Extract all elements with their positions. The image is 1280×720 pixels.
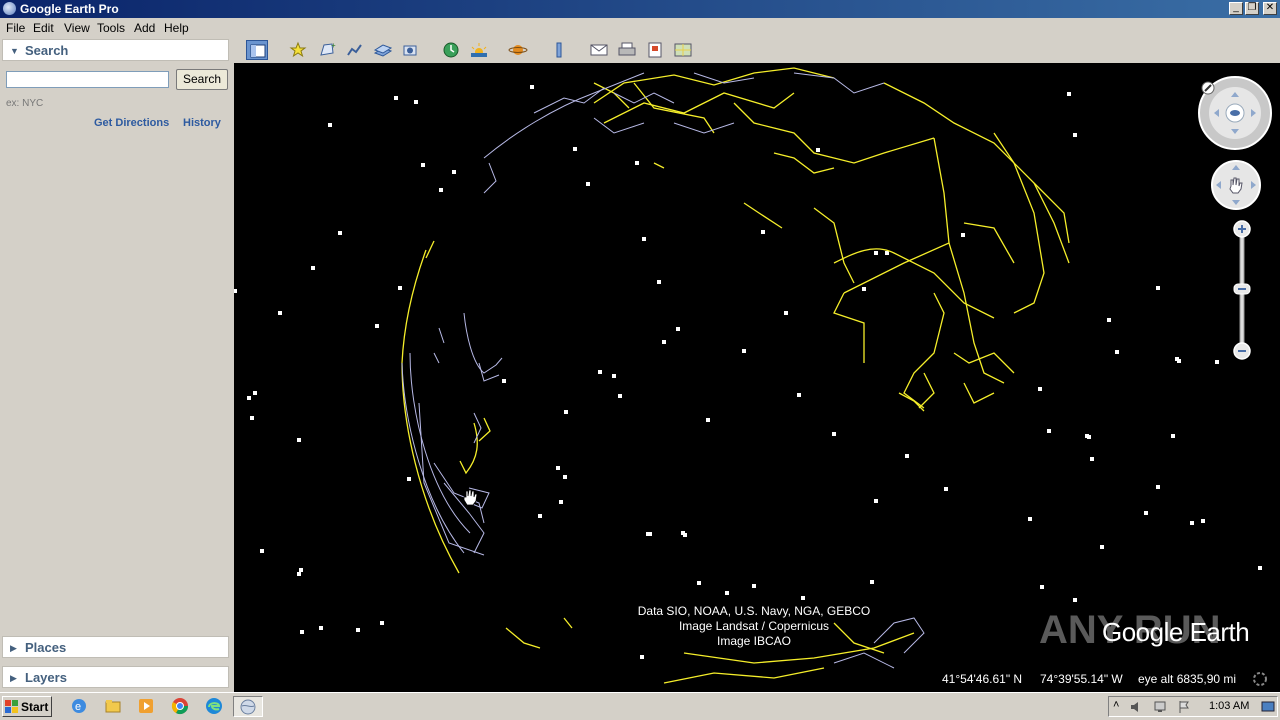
network-icon[interactable] <box>1153 700 1167 714</box>
close-button[interactable]: ✕ <box>1263 2 1277 15</box>
search-hint: ex: NYC <box>6 98 44 109</box>
restore-button[interactable]: ❐ <box>1245 2 1259 15</box>
zoom-slider[interactable] <box>1233 220 1251 360</box>
history-link[interactable]: History <box>183 117 221 129</box>
show-desktop-icon[interactable] <box>1261 700 1275 714</box>
planets-icon[interactable] <box>508 40 530 60</box>
minimize-button[interactable]: _ <box>1229 2 1243 15</box>
show-hidden-icons-icon[interactable]: ˄ <box>1113 699 1119 711</box>
collapse-triangle-icon: ▼ <box>10 46 19 56</box>
longitude-readout: 74°39'55.14" W <box>1040 672 1123 686</box>
view-in-maps-icon[interactable] <box>672 40 694 60</box>
taskbar-google-earth-button[interactable] <box>233 696 263 717</box>
look-joystick-control[interactable] <box>1198 76 1272 150</box>
3d-map-view[interactable]: Data SIO, NOAA, U.S. Navy, NGA, GEBCO Im… <box>234 63 1280 692</box>
loading-spinner-icon <box>1253 672 1267 686</box>
attribution-line-3: Image IBCAO <box>716 634 792 648</box>
edge-icon[interactable] <box>205 697 223 715</box>
expand-triangle-icon: ▶ <box>10 643 17 653</box>
taskbar: Start e ˄ 1:03 AM <box>0 692 1280 720</box>
polygon-icon[interactable]: + <box>316 40 338 60</box>
ruler-icon[interactable] <box>548 40 570 60</box>
svg-text:+: + <box>331 41 336 50</box>
places-panel-title: Places <box>25 640 67 655</box>
borders-top <box>483 72 885 194</box>
start-label: Start <box>21 700 49 714</box>
window-title: Google Earth Pro <box>20 2 119 16</box>
svg-text:e: e <box>75 701 81 713</box>
save-image-icon[interactable] <box>644 40 666 60</box>
search-input[interactable] <box>6 71 169 88</box>
clock[interactable]: 1:03 AM <box>1209 700 1249 712</box>
google-earth-taskbar-icon <box>240 699 256 715</box>
star-field <box>234 85 1262 659</box>
latitude-readout: 41°54'46.61" N <box>942 672 1023 686</box>
record-tour-icon[interactable] <box>400 40 422 60</box>
search-panel-header[interactable]: ▼ Search <box>2 39 229 61</box>
chrome-icon[interactable] <box>171 697 189 715</box>
menu-file[interactable]: File <box>6 21 25 35</box>
layers-panel-title: Layers <box>25 670 67 685</box>
hand-cursor <box>463 489 478 506</box>
menu-add[interactable]: Add <box>134 21 155 35</box>
attribution-line-1: Data SIO, NOAA, U.S. Navy, NGA, GEBCO <box>637 604 871 618</box>
expand-triangle-icon: ▶ <box>10 673 17 683</box>
media-player-icon[interactable] <box>137 697 155 715</box>
system-tray: ˄ 1:03 AM <box>1108 696 1278 717</box>
menu-edit[interactable]: Edit <box>33 21 54 35</box>
volume-icon[interactable] <box>1129 700 1143 714</box>
google-earth-logo: Google Earth <box>1102 617 1250 647</box>
left-panel: ▼ Search Search ex: NYC Get Directions H… <box>0 38 233 692</box>
eye-altitude-readout: eye alt 6835,90 mi <box>1138 672 1237 686</box>
globe-imagery <box>234 67 1262 684</box>
start-button[interactable]: Start <box>2 696 52 717</box>
sunlight-icon[interactable] <box>468 40 490 60</box>
menu-bar: File Edit View Tools Add Help <box>0 18 1280 38</box>
road-network-top <box>593 67 1070 412</box>
action-center-flag-icon[interactable] <box>1177 700 1191 714</box>
menu-tools[interactable]: Tools <box>97 21 125 35</box>
title-bar: Google Earth Pro _ ❐ ✕ <box>0 0 1280 18</box>
get-directions-link[interactable]: Get Directions <box>94 117 169 129</box>
historical-imagery-icon[interactable] <box>440 40 462 60</box>
places-panel-header[interactable]: ▶ Places <box>2 636 229 658</box>
menu-help[interactable]: Help <box>164 21 189 35</box>
sidebar-icon[interactable] <box>246 40 268 60</box>
search-button[interactable]: Search <box>176 69 228 90</box>
internet-explorer-icon[interactable]: e <box>70 697 88 715</box>
move-joystick-control[interactable] <box>1211 160 1261 210</box>
toolbar: + <box>233 38 1280 63</box>
print-icon[interactable] <box>616 40 638 60</box>
path-icon[interactable] <box>344 40 366 60</box>
image-overlay-icon[interactable] <box>372 40 394 60</box>
placemark-icon[interactable] <box>287 40 309 60</box>
search-panel-title: Search <box>25 43 69 58</box>
attribution-line-2: Image Landsat / Copernicus <box>678 619 830 633</box>
google-earth-app-icon <box>3 2 16 15</box>
file-explorer-icon[interactable] <box>104 697 122 715</box>
windows-logo-icon <box>5 700 18 713</box>
email-icon[interactable] <box>588 40 610 60</box>
layers-panel-header[interactable]: ▶ Layers <box>2 666 229 688</box>
menu-view[interactable]: View <box>64 21 90 35</box>
